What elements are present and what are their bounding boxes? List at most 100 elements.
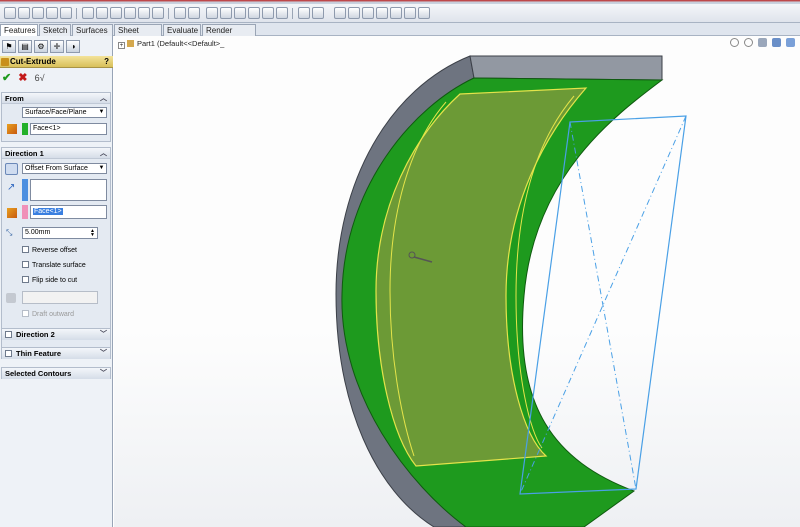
sketch-icon[interactable] bbox=[220, 7, 232, 19]
direction-vector-list[interactable] bbox=[30, 179, 107, 201]
rebuild-icon[interactable] bbox=[174, 7, 186, 19]
tab-features[interactable]: Features bbox=[0, 24, 38, 36]
undo-icon[interactable] bbox=[60, 7, 72, 19]
property-manager-title: Cut-Extrude bbox=[10, 57, 56, 66]
offset-distance-input[interactable]: 5.00mm ▲ ▼ bbox=[22, 227, 98, 239]
checkbox-box[interactable] bbox=[22, 276, 29, 283]
cut-extrude-icon bbox=[1, 58, 9, 66]
smart-dimension-icon[interactable] bbox=[206, 7, 218, 19]
mirror-icon[interactable] bbox=[334, 7, 346, 19]
print-icon[interactable] bbox=[46, 7, 58, 19]
selected-contours-section[interactable]: Selected Contours ﹀ bbox=[1, 367, 111, 379]
tab-surfaces[interactable]: Surfaces bbox=[72, 24, 113, 36]
reverse-offset-label: Reverse offset bbox=[32, 247, 78, 254]
offset-distance-value: 5.00mm bbox=[25, 229, 51, 236]
offset-face-list[interactable]: Face<1> bbox=[30, 205, 107, 219]
help-icon[interactable]: ? bbox=[104, 56, 109, 68]
flip-side-checkbox[interactable]: Flip side to cut bbox=[22, 276, 77, 285]
selected-contours-section-header[interactable]: Selected Contours ﹀ bbox=[2, 368, 110, 379]
from-section-header[interactable]: From ︿ bbox=[2, 93, 110, 104]
model-view[interactable] bbox=[114, 36, 800, 527]
confirm-row: ✔ ✖ 6√ bbox=[2, 72, 49, 84]
reference-geometry-icon[interactable] bbox=[404, 7, 416, 19]
configuration-manager-tab-icon[interactable]: ⚙ bbox=[34, 40, 48, 53]
extruded-boss-icon[interactable] bbox=[82, 7, 94, 19]
dropdown-arrow-icon: ▼ bbox=[98, 109, 105, 115]
expand-chevron-icon[interactable]: ﹀ bbox=[100, 329, 107, 340]
fillet-icon[interactable] bbox=[124, 7, 136, 19]
selected-contours-label: Selected Contours bbox=[5, 369, 72, 378]
draft-icon bbox=[6, 293, 16, 303]
expand-chevron-icon[interactable]: ﹀ bbox=[100, 368, 107, 379]
measure-icon[interactable] bbox=[390, 7, 402, 19]
rectangle-icon[interactable] bbox=[248, 7, 260, 19]
checkbox-box[interactable] bbox=[22, 246, 29, 253]
chamfer-icon[interactable] bbox=[138, 7, 150, 19]
move-entities-icon[interactable] bbox=[362, 7, 374, 19]
circle-icon[interactable] bbox=[262, 7, 274, 19]
thin-feature-section-header[interactable]: Thin Feature ﹀ bbox=[2, 348, 110, 359]
translate-surface-checkbox[interactable]: Translate surface bbox=[22, 261, 86, 270]
property-manager-panel: ⚑ ▤ ⚙ ✛ ◑ Cut-Extrude ? ✔ ✖ 6√ From ︿ Su… bbox=[0, 36, 113, 527]
arc-icon[interactable] bbox=[276, 7, 288, 19]
offset-face-item[interactable]: Face<1> bbox=[32, 207, 64, 216]
main-toolbar bbox=[0, 4, 800, 23]
dimxpert-tab-icon[interactable]: ✛ bbox=[50, 40, 64, 53]
tab-sketch[interactable]: Sketch bbox=[39, 24, 71, 36]
draft-angle-input bbox=[22, 291, 98, 304]
direction1-section-header[interactable]: Direction 1 ︿ bbox=[2, 148, 110, 159]
thin-feature-section[interactable]: Thin Feature ﹀ bbox=[1, 347, 111, 359]
tab-render-tools[interactable]: Render Tools bbox=[202, 24, 256, 46]
panel-tabs: ⚑ ▤ ⚙ ✛ ◑ bbox=[0, 38, 113, 54]
graphics-area[interactable]: + Part1 (Default<<Default>_ bbox=[114, 36, 800, 527]
from-section-label: From bbox=[5, 94, 24, 103]
tab-sheet-metal[interactable]: Sheet Metal bbox=[114, 24, 162, 46]
extruded-cut-icon[interactable] bbox=[110, 7, 122, 19]
direction2-section-header[interactable]: Direction 2 ﹀ bbox=[2, 329, 110, 340]
new-document-icon[interactable] bbox=[4, 7, 16, 19]
tab-evaluate[interactable]: Evaluate bbox=[163, 24, 201, 36]
thin-feature-checkbox[interactable] bbox=[5, 350, 12, 357]
expand-chevron-icon[interactable]: ﹀ bbox=[100, 348, 107, 359]
end-condition-select[interactable]: Offset From Surface ▼ bbox=[22, 163, 107, 174]
line-icon[interactable] bbox=[234, 7, 246, 19]
spinner-icon[interactable]: ▲ ▼ bbox=[89, 229, 96, 238]
save-icon[interactable] bbox=[32, 7, 44, 19]
offset-distance-icon: ⤡ bbox=[6, 228, 13, 237]
options-icon[interactable] bbox=[188, 7, 200, 19]
revolved-boss-icon[interactable] bbox=[96, 7, 108, 19]
sketch-diagonal bbox=[569, 121, 637, 490]
face-selection-icon bbox=[7, 208, 17, 218]
curves-icon[interactable] bbox=[418, 7, 430, 19]
direction2-checkbox[interactable] bbox=[5, 331, 12, 338]
draft-outward-checkbox: Draft outward bbox=[22, 310, 74, 319]
reverse-direction-icon[interactable] bbox=[5, 163, 18, 175]
relations-icon[interactable] bbox=[376, 7, 388, 19]
from-face-item[interactable]: Face<1> bbox=[33, 125, 61, 132]
end-condition-value: Offset From Surface bbox=[25, 165, 88, 172]
open-document-icon[interactable] bbox=[18, 7, 30, 19]
direction-color-swatch bbox=[22, 179, 28, 201]
collapse-chevron-icon[interactable]: ︿ bbox=[100, 93, 107, 104]
start-condition-select[interactable]: Surface/Face/Plane ▼ bbox=[22, 107, 107, 118]
feature-manager-tab-icon[interactable]: ⚑ bbox=[2, 40, 16, 53]
reverse-offset-checkbox[interactable]: Reverse offset bbox=[22, 246, 77, 255]
linear-pattern-icon[interactable] bbox=[348, 7, 360, 19]
trim-icon[interactable] bbox=[312, 7, 324, 19]
toolbar-separator bbox=[76, 8, 77, 19]
spline-icon[interactable] bbox=[298, 7, 310, 19]
from-face-list[interactable]: Face<1> bbox=[30, 123, 107, 135]
display-manager-tab-icon[interactable]: ◑ bbox=[66, 40, 80, 53]
face-selection-icon bbox=[7, 124, 17, 134]
direction2-section[interactable]: Direction 2 ﹀ bbox=[1, 328, 111, 340]
ok-icon[interactable]: ✔ bbox=[2, 72, 11, 84]
cancel-icon[interactable]: ✖ bbox=[18, 72, 27, 84]
toolbar-separator bbox=[292, 8, 293, 19]
checkbox-box[interactable] bbox=[22, 261, 29, 268]
shell-icon[interactable] bbox=[152, 7, 164, 19]
collapse-chevron-icon[interactable]: ︿ bbox=[100, 148, 107, 159]
detailed-preview-icon[interactable]: 6√ bbox=[35, 73, 45, 83]
draft-outward-label: Draft outward bbox=[32, 311, 75, 318]
offset-face-color-swatch bbox=[22, 205, 28, 219]
property-manager-tab-icon[interactable]: ▤ bbox=[18, 40, 32, 53]
